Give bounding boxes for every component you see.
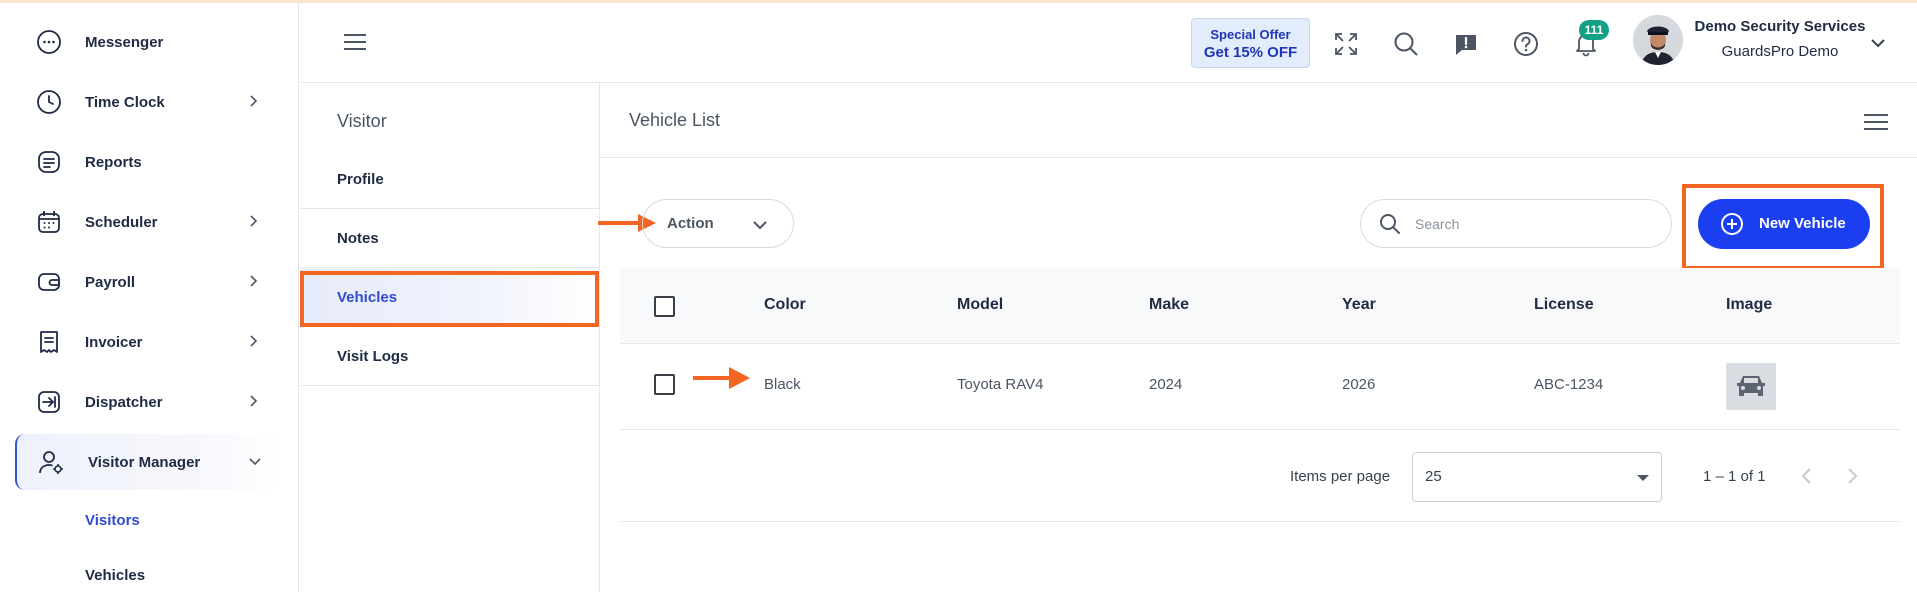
subnav-item-visit-logs[interactable]: Visit Logs <box>300 328 599 386</box>
sidebar-item-label: Visitor Manager <box>88 453 201 471</box>
offer-line1: Special Offer <box>1210 27 1291 42</box>
row-checkbox[interactable] <box>654 374 675 395</box>
chevron-right-icon <box>250 95 258 107</box>
chevron-right-icon <box>250 275 258 287</box>
page-range: 1 – 1 of 1 <box>1703 468 1766 485</box>
items-per-page-label: Items per page <box>1290 468 1391 485</box>
new-vehicle-button[interactable]: New Vehicle <box>1698 199 1870 249</box>
subnav-item-notes[interactable]: Notes <box>300 210 599 268</box>
items-per-page-select[interactable]: 25 <box>1412 452 1662 502</box>
chat-bubble-icon <box>37 30 61 54</box>
user-org: GuardsPro Demo <box>1721 43 1839 60</box>
search-icon[interactable] <box>1393 31 1419 57</box>
sidebar-item-visitor-manager[interactable]: Visitor Manager <box>15 434 280 490</box>
column-header-color[interactable]: Color <box>764 296 806 314</box>
sidebar-item-label: Payroll <box>85 273 136 291</box>
sidebar-item-label: Reports <box>85 153 142 171</box>
action-dropdown[interactable]: Action <box>642 199 794 248</box>
sidebar-item-label: Time Clock <box>85 93 165 111</box>
car-icon <box>1737 376 1765 396</box>
user-avatar-icon <box>1633 15 1683 65</box>
avatar[interactable] <box>1633 15 1683 65</box>
offer-line2: Get 15% OFF <box>1203 44 1298 61</box>
items-per-page-value: 25 <box>1425 468 1442 485</box>
sidebar-item-time-clock[interactable]: Time Clock <box>0 74 299 130</box>
help-icon[interactable] <box>1513 31 1539 57</box>
sidebar-item-payroll[interactable]: Payroll <box>0 254 299 310</box>
chevron-right-icon <box>250 335 258 347</box>
column-header-image: Image <box>1726 296 1773 313</box>
pagination: Items per page 25 1 – 1 of 1 <box>620 430 1900 522</box>
sidebar-item-label: Dispatcher <box>85 393 163 411</box>
new-vehicle-label: New Vehicle <box>1759 215 1846 232</box>
list-menu-icon[interactable] <box>1864 112 1888 132</box>
feedback-icon[interactable] <box>1453 31 1479 57</box>
annotation-arrow-row <box>693 367 750 389</box>
calendar-icon <box>38 211 60 233</box>
search-box <box>1360 199 1672 248</box>
subnav-item-label: Vehicles <box>337 289 398 306</box>
sidebar-item-label: Scheduler <box>85 213 158 231</box>
subnav-item-label: Visit Logs <box>337 348 409 365</box>
dispatch-icon <box>38 391 60 413</box>
sidebar-item-invoicer[interactable]: Invoicer <box>0 314 299 370</box>
report-icon <box>38 151 60 173</box>
chevron-down-icon[interactable] <box>1870 35 1886 51</box>
table-header: Color Model Make Year License Image <box>620 268 1900 344</box>
user-gear-icon <box>39 451 63 474</box>
sidebar-item-label: Invoicer <box>85 333 143 351</box>
sidebar: Messenger Time Clock Reports Scheduler P… <box>0 3 299 592</box>
sidebar-item-reports[interactable]: Reports <box>0 134 299 190</box>
cell-model: Toyota RAV4 <box>957 376 1044 393</box>
dropdown-arrow-icon <box>1637 475 1649 481</box>
sidebar-subitem-visitors[interactable]: Visitors <box>85 512 140 529</box>
vehicle-image-thumbnail[interactable] <box>1726 363 1776 410</box>
clock-icon <box>37 90 61 114</box>
divider <box>601 157 1917 158</box>
sidebar-item-label: Messenger <box>85 33 164 51</box>
chevron-down-icon <box>249 458 261 466</box>
user-name: Demo Security Services <box>1694 18 1866 35</box>
action-label: Action <box>667 215 714 232</box>
subnav-title: Visitor <box>337 111 387 131</box>
cell-license: ABC-1234 <box>1534 376 1604 393</box>
special-offer-button[interactable]: Special Offer Get 15% OFF <box>1191 18 1310 68</box>
subnav-item-label: Profile <box>337 171 384 188</box>
subnav-item-vehicles[interactable]: Vehicles <box>300 269 599 327</box>
plus-circle-icon <box>1721 213 1743 235</box>
subnav-item-profile[interactable]: Profile <box>300 151 599 209</box>
column-header-model[interactable]: Model <box>957 296 1003 314</box>
column-header-make[interactable]: Make <box>1149 296 1189 314</box>
chevron-right-icon <box>250 395 258 407</box>
cell-make: 2024 <box>1149 376 1183 393</box>
subnav-item-label: Notes <box>337 230 379 247</box>
wallet-icon <box>38 273 60 291</box>
search-icon <box>1380 214 1400 234</box>
receipt-icon <box>40 331 58 353</box>
column-header-year[interactable]: Year <box>1342 296 1376 314</box>
hamburger-menu-icon[interactable] <box>344 33 366 51</box>
table-row[interactable]: Black Toyota RAV4 2024 2026 ABC-1234 <box>620 344 1900 430</box>
notification-count-badge: 111 <box>1579 20 1609 40</box>
sidebar-subitem-vehicles[interactable]: Vehicles <box>85 567 145 584</box>
prev-page-icon[interactable] <box>1797 466 1817 486</box>
fullscreen-icon[interactable] <box>1333 31 1359 57</box>
visitor-subnav: Visitor Profile Notes Vehicles Visit Log… <box>300 83 600 592</box>
search-input[interactable] <box>1415 212 1655 236</box>
cell-color: Black <box>764 376 801 393</box>
sidebar-item-messenger[interactable]: Messenger <box>0 14 299 70</box>
chevron-down-icon <box>753 221 767 230</box>
sidebar-item-scheduler[interactable]: Scheduler <box>0 194 299 250</box>
page-title: Vehicle List <box>629 110 721 130</box>
sidebar-item-dispatcher[interactable]: Dispatcher <box>0 374 299 430</box>
top-header: Special Offer Get 15% OFF 111 Demo Secur… <box>300 3 1917 83</box>
column-header-license[interactable]: License <box>1534 296 1594 314</box>
next-page-icon[interactable] <box>1842 466 1862 486</box>
select-all-checkbox[interactable] <box>654 296 675 317</box>
chevron-right-icon <box>250 215 258 227</box>
cell-year: 2026 <box>1342 376 1376 393</box>
